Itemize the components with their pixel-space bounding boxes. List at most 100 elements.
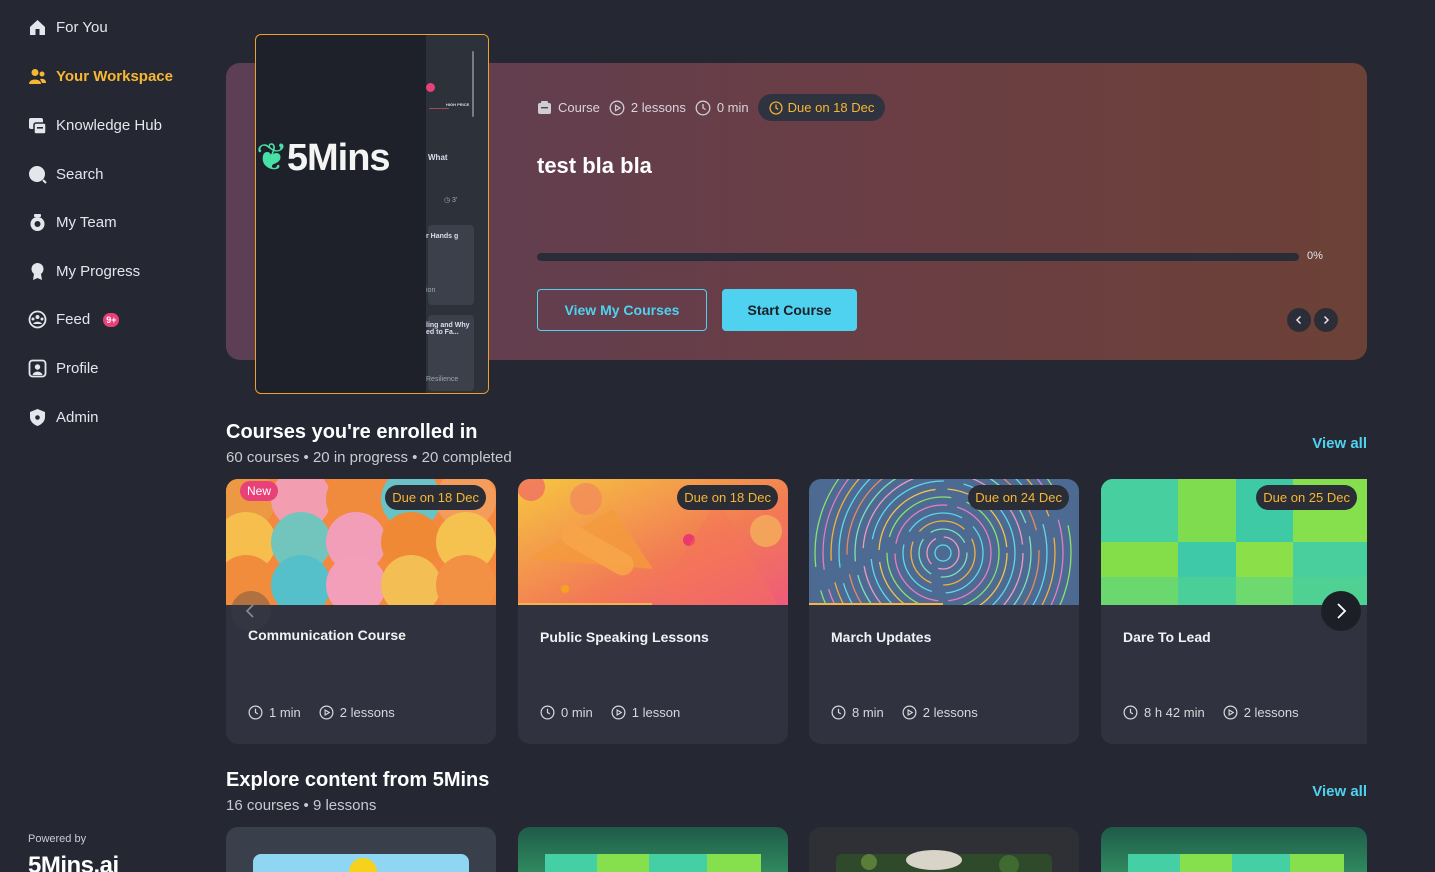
sidebar-item-label: Knowledge Hub [56, 117, 162, 134]
hero-meta: Course 2 lessons 0 min Due on 18 Dec [537, 93, 886, 122]
sidebar-item-label: Profile [56, 360, 99, 377]
search-icon [28, 165, 47, 184]
thumb-text: HIGH PRICE [446, 102, 470, 107]
sidebar-item-search[interactable]: Search [28, 165, 104, 184]
carousel-next-button[interactable] [1321, 591, 1361, 631]
explore-card[interactable] [1101, 827, 1367, 872]
course-type: Course [537, 100, 600, 115]
clock-icon [540, 705, 555, 720]
hub-icon [28, 116, 47, 135]
play-circle-icon [319, 705, 334, 720]
course-meta: 8 h 42 min 2 lessons [1123, 705, 1299, 720]
course-thumbnail: Due on 18 Dec [518, 479, 788, 605]
profile-icon [28, 359, 47, 378]
thumb-text-time: ◷ 3' [444, 197, 458, 204]
view-my-courses-button[interactable]: View My Courses [537, 289, 707, 331]
play-circle-icon [611, 705, 626, 720]
course-title: Dare To Lead [1123, 629, 1211, 645]
sidebar-item-knowledge-hub[interactable]: Knowledge Hub [28, 116, 162, 135]
clock-icon [769, 100, 783, 115]
chevron-left-icon [245, 604, 254, 618]
enrolled-section-title: Courses you're enrolled in [226, 421, 478, 443]
play-circle-icon [1223, 705, 1238, 720]
explore-section-title: Explore content from 5Mins [226, 769, 490, 791]
people-icon [28, 67, 47, 86]
chevron-right-icon [1337, 603, 1347, 619]
feed-icon [28, 310, 47, 329]
sidebar-item-label: Search [56, 166, 104, 183]
due-date-badge: Due on 25 Dec [1256, 485, 1357, 510]
sidebar: For You Your Workspace Knowledge Hub Sea… [0, 0, 205, 872]
explore-card[interactable] [809, 827, 1079, 872]
course-thumbnail: New Due on 18 Dec [226, 479, 496, 605]
sidebar-item-feed[interactable]: Feed 9+ [28, 310, 120, 329]
sidebar-item-label: My Team [56, 214, 117, 231]
clock-icon [695, 100, 711, 115]
sidebar-item-your-workspace[interactable]: Your Workspace [28, 67, 173, 86]
medal-icon [28, 262, 47, 281]
powered-by-label: Powered by [28, 833, 87, 845]
brand-logo: 5Mins.ai [28, 852, 119, 872]
course-title: Communication Course [248, 627, 406, 643]
course-card[interactable]: Due on 24 Dec March Updates 8 min 2 less… [809, 479, 1079, 744]
shield-icon [28, 408, 47, 427]
thumbnail-logo: ❦5Mins [256, 137, 391, 179]
sidebar-item-my-progress[interactable]: My Progress [28, 262, 140, 281]
clock-icon [248, 705, 263, 720]
hero-next-button[interactable] [1314, 308, 1338, 332]
team-icon [28, 213, 47, 232]
course-meta: 1 min 2 lessons [248, 705, 395, 720]
progress-percent: 0% [1307, 250, 1323, 262]
course-progress-bar [537, 253, 1299, 261]
explore-card[interactable] [518, 827, 788, 872]
course-card[interactable]: Due on 18 Dec Public Speaking Lessons 0 … [518, 479, 788, 744]
due-date-badge: Due on 18 Dec [677, 485, 778, 510]
sidebar-item-label: For You [56, 19, 108, 36]
chevron-left-icon [1295, 315, 1302, 325]
chevron-right-icon [1323, 315, 1330, 325]
leaf-icon: ❦ [256, 137, 288, 179]
course-thumbnail: Due on 24 Dec [809, 479, 1079, 605]
progress-underline [809, 603, 943, 605]
course-thumbnail: Due on 25 Dec [1101, 479, 1367, 605]
clock-icon [831, 705, 846, 720]
enrolled-view-all-link[interactable]: View all [1312, 435, 1367, 452]
explore-card[interactable] [226, 827, 496, 872]
progress-underline [518, 603, 652, 605]
home-icon [28, 18, 47, 37]
phone-dot [426, 83, 435, 92]
carousel-prev-button[interactable] [231, 591, 271, 631]
thumb-text: ion [426, 287, 436, 294]
explore-section-subtitle: 16 courses • 9 lessons [226, 797, 377, 814]
sidebar-item-label: Your Workspace [56, 68, 173, 85]
new-badge: New [240, 481, 279, 501]
start-course-button[interactable]: Start Course [722, 289, 857, 331]
hero-thumbnail[interactable]: ❦5Mins HIGH PRICE What ◷ 3' r Hands g io… [255, 34, 489, 394]
explore-view-all-link[interactable]: View all [1312, 783, 1367, 800]
thumb-text: r Hands g [426, 233, 459, 240]
course-title: March Updates [831, 629, 932, 645]
clock-icon [1123, 705, 1138, 720]
course-title: Public Speaking Lessons [540, 629, 709, 645]
sidebar-item-my-team[interactable]: My Team [28, 213, 117, 232]
due-date-pill: Due on 18 Dec [757, 94, 886, 121]
hero-prev-button[interactable] [1287, 308, 1311, 332]
sidebar-item-admin[interactable]: Admin [28, 408, 99, 427]
course-meta: 0 min 1 lesson [540, 705, 680, 720]
feed-badge: 9+ [103, 312, 120, 327]
thumb-text: Resilience [426, 376, 459, 383]
duration: 0 min [695, 100, 749, 116]
phone-line [429, 108, 449, 109]
phone-scrollbar [472, 51, 474, 117]
hero-course-title: test bla bla [537, 153, 652, 178]
course-icon [538, 101, 551, 114]
due-date-badge: Due on 18 Dec [385, 485, 486, 510]
due-date-badge: Due on 24 Dec [968, 485, 1069, 510]
sidebar-item-profile[interactable]: Profile [28, 359, 99, 378]
play-circle-icon [902, 705, 917, 720]
play-circle-icon [609, 100, 625, 115]
sidebar-item-for-you[interactable]: For You [28, 18, 108, 37]
sidebar-item-label: My Progress [56, 263, 141, 280]
sidebar-item-label: Admin [56, 409, 99, 426]
course-meta: 8 min 2 lessons [831, 705, 978, 720]
